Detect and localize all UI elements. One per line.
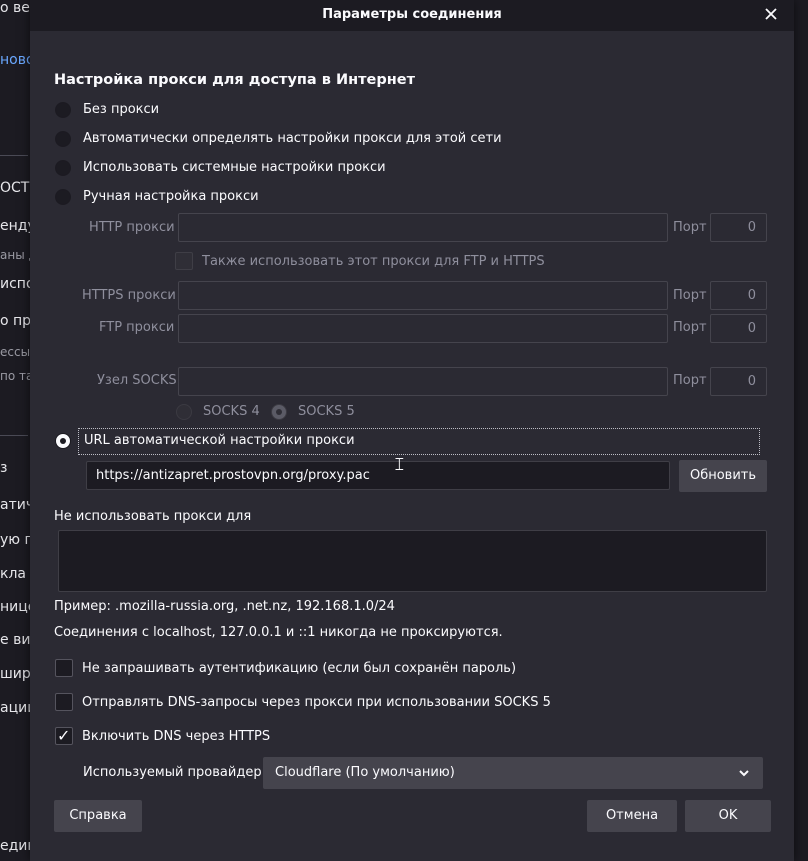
radio-system-proxy[interactable] [55, 160, 71, 176]
http-port-value: 0 [747, 220, 756, 235]
radio-no-proxy[interactable] [55, 102, 71, 118]
ftp-port-value: 0 [747, 321, 756, 336]
provider-select[interactable]: Cloudflare (По умолчанию) [263, 757, 763, 789]
dns-over-https-checkbox[interactable]: ✓ [55, 726, 73, 745]
background-heading: ОСТ [0, 180, 30, 196]
ftp-port-label: Порт [673, 320, 707, 335]
pac-url-label: URL автоматической настройки прокси [84, 433, 355, 448]
provider-label: Используемый провайдер [83, 765, 262, 780]
radio-pac-url[interactable] [55, 433, 71, 449]
background-text: е ви [0, 632, 31, 648]
no-proxy-label: Не использовать прокси для [54, 509, 252, 524]
no-auth-prompt-checkbox[interactable] [55, 659, 73, 677]
radio-no-proxy-label: Без прокси [83, 102, 160, 117]
also-use-proxy-checkbox[interactable] [175, 252, 193, 270]
radio-socks5[interactable] [271, 404, 287, 420]
also-use-proxy-label: Также использовать этот прокси для FTP и… [202, 254, 545, 269]
reload-pac-button[interactable]: Обновить [679, 460, 767, 492]
proxy-heading: Настройка прокси для доступа в Интернет [54, 72, 416, 88]
background-text: ессы [0, 345, 31, 359]
checkmark-icon: ✓ [57, 726, 71, 745]
background-text: кла [0, 566, 26, 582]
no-auth-prompt-label: Не запрашивать аутентификацию (если был … [82, 661, 517, 676]
radio-auto-detect[interactable] [55, 131, 71, 147]
socks5-dns-label: Отправлять DNS-запросы через прокси при … [82, 695, 551, 710]
radio-manual-proxy-label: Ручная настройка прокси [83, 189, 259, 204]
https-port-value: 0 [747, 288, 756, 303]
dns-over-https-label: Включить DNS через HTTPS [82, 729, 271, 744]
radio-auto-detect-label: Автоматически определять настройки прокс… [83, 131, 502, 146]
socks-port-input[interactable]: 0 [710, 367, 767, 396]
ftp-proxy-label: FTP прокси [99, 320, 175, 335]
http-proxy-input[interactable] [178, 213, 668, 242]
cancel-button[interactable]: Отмена [587, 800, 677, 832]
ok-button[interactable]: OK [685, 800, 771, 832]
background-text: атич [0, 497, 35, 513]
no-proxy-example: Пример: .mozilla-russia.org, .net.nz, 19… [54, 599, 395, 614]
https-proxy-label: HTTPS прокси [82, 288, 176, 303]
radio-socks4[interactable] [176, 404, 192, 420]
close-icon[interactable] [760, 3, 782, 25]
http-proxy-label: HTTP прокси [89, 220, 175, 235]
no-proxy-textarea[interactable] [58, 530, 767, 592]
socks-host-label: Узел SOCKS [97, 373, 177, 388]
chevron-down-icon [739, 757, 749, 802]
https-proxy-input[interactable] [178, 281, 668, 310]
socks-port-label: Порт [673, 373, 707, 388]
background-text: ую п [0, 532, 34, 548]
text-cursor-icon: 𝙸 [393, 454, 406, 475]
provider-select-value: Cloudflare (По умолчанию) [275, 765, 455, 780]
localhost-note: Соединения с localhost, 127.0.0.1 и ::1 … [54, 625, 503, 640]
help-button[interactable]: Справка [54, 800, 142, 832]
background-divider [0, 435, 28, 436]
socks-host-input[interactable] [178, 367, 668, 396]
radio-manual-proxy[interactable] [55, 189, 71, 205]
https-port-input[interactable]: 0 [710, 281, 767, 310]
dialog-title: Параметры соединения [322, 7, 502, 22]
socks4-label: SOCKS 4 [203, 404, 260, 419]
dialog-titlebar: Параметры соединения [30, 0, 794, 31]
radio-system-proxy-label: Использовать системные настройки прокси [83, 160, 386, 175]
socks-port-value: 0 [747, 374, 756, 389]
https-port-label: Порт [673, 288, 707, 303]
background-divider [0, 155, 28, 156]
pac-url-input[interactable] [86, 461, 670, 490]
socks5-label: SOCKS 5 [298, 404, 355, 419]
socks5-dns-checkbox[interactable] [55, 693, 73, 711]
http-port-label: Порт [673, 220, 707, 235]
ftp-proxy-input[interactable] [178, 314, 668, 343]
http-port-input[interactable]: 0 [710, 213, 767, 242]
background-heading: з [0, 460, 8, 476]
ftp-port-input[interactable]: 0 [710, 314, 767, 343]
